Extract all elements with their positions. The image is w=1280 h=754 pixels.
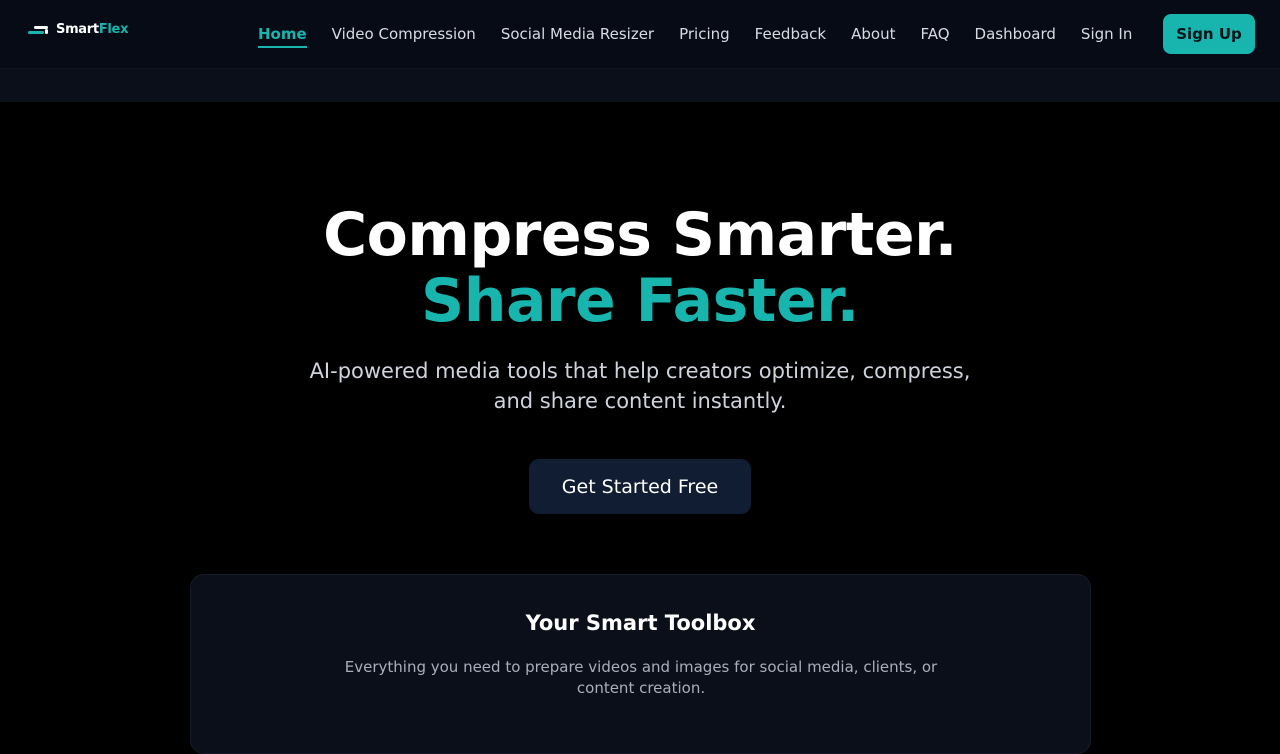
nav-item-pricing[interactable]: Pricing <box>679 21 730 47</box>
top-navbar: SmartFlex Home Video Compression Social … <box>0 0 1280 68</box>
secondary-bar <box>0 68 1280 102</box>
brand-logo[interactable]: SmartFlex <box>28 22 128 37</box>
nav-item-sign-in[interactable]: Sign In <box>1081 21 1132 47</box>
toolbox-card: Your Smart Toolbox Everything you need t… <box>190 574 1091 754</box>
nav-item-about[interactable]: About <box>851 21 895 47</box>
toolbox-title: Your Smart Toolbox <box>525 611 756 635</box>
hero-headline-line2: Share Faster. <box>421 266 859 336</box>
hero-headline-line1: Compress Smarter. <box>323 200 957 270</box>
nav-item-home[interactable]: Home <box>258 21 307 48</box>
nav-links: Home Video Compression Social Media Resi… <box>258 0 1157 68</box>
sign-up-button[interactable]: Sign Up <box>1163 14 1255 54</box>
nav-item-dashboard[interactable]: Dashboard <box>975 21 1056 47</box>
nav-item-video-compression[interactable]: Video Compression <box>332 21 476 47</box>
hero-subtitle: AI-powered media tools that help creator… <box>309 359 971 413</box>
toolbox-description: Everything you need to prepare videos an… <box>344 658 938 697</box>
get-started-button[interactable]: Get Started Free <box>529 459 751 514</box>
brand-name: SmartFlex <box>56 22 128 37</box>
nav-item-social-media-resizer[interactable]: Social Media Resizer <box>501 21 654 47</box>
nav-item-faq[interactable]: FAQ <box>920 21 949 47</box>
nav-item-feedback[interactable]: Feedback <box>755 21 826 47</box>
speed-lines-icon <box>28 25 50 35</box>
brand-name-part2: Flex <box>98 22 129 37</box>
brand-name-part1: Smart <box>56 22 99 37</box>
